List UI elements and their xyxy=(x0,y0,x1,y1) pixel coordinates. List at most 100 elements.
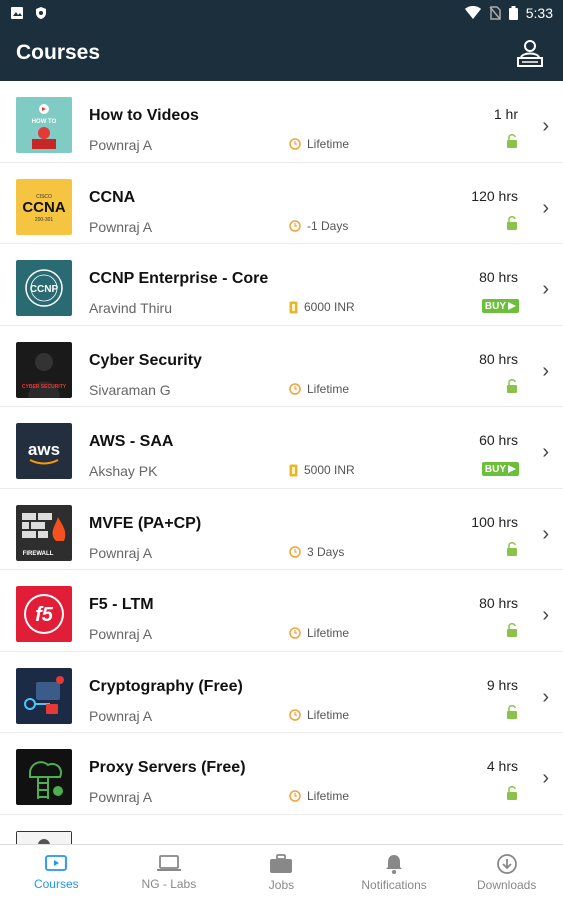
course-row[interactable]: CISCO CCNA 200-301 CCNA Pownraj A -1 Day… xyxy=(0,163,563,244)
thumb-label: FIREWALL xyxy=(23,551,54,557)
thumb-label: aws xyxy=(28,440,60,459)
tab-label: Courses xyxy=(33,876,79,891)
tab-jobs[interactable]: Jobs xyxy=(225,845,338,900)
validity-text: Lifetime xyxy=(307,137,350,151)
bottom-navigation: Courses NG - Labs Jobs Notifications Dow… xyxy=(0,844,563,900)
profile-button[interactable] xyxy=(513,36,547,70)
course-row[interactable]: aws AWS - SAA Akshay PK 5000 INR 60 hrs … xyxy=(0,407,563,489)
status-bar: 5:33 xyxy=(0,0,563,25)
thumb-label: CCNA xyxy=(22,199,65,216)
tab-notifications[interactable]: Notifications xyxy=(338,845,451,900)
chevron-right-icon: › xyxy=(542,604,549,626)
tab-label: Downloads xyxy=(476,877,537,892)
course-title: Cyber Security xyxy=(89,351,202,369)
course-thumbnail xyxy=(16,667,72,724)
validity-text: Lifetime xyxy=(307,707,350,722)
course-title: F5 - LTM xyxy=(89,596,154,613)
unlock-icon xyxy=(506,378,518,398)
thumb-label: HOW TO xyxy=(32,119,57,125)
buy-button[interactable]: BUY xyxy=(481,462,519,476)
course-row[interactable]: FIREWALL MVFE (PA+CP) Pownraj A 3 Days 1… xyxy=(0,489,563,570)
course-duration: 120 hrs xyxy=(471,187,518,204)
course-thumbnail: CISCO CCNA 200-301 xyxy=(16,178,72,235)
course-author: Pownraj A xyxy=(89,789,153,805)
course-row[interactable]: HOW TO How to Videos Pownraj A Lifetime … xyxy=(0,81,563,163)
battery-icon xyxy=(508,5,518,20)
course-validity: Lifetime xyxy=(289,382,349,396)
clock-coin-icon xyxy=(289,219,301,232)
course-thumbnail: HOW TO xyxy=(16,97,72,153)
unlock-icon xyxy=(506,215,518,235)
course-row[interactable]: Cryptography (Free) Pownraj A Lifetime 9… xyxy=(0,652,563,733)
play-tab-icon xyxy=(45,854,68,871)
buy-label: BUY xyxy=(484,463,506,475)
course-duration: 9 hrs xyxy=(486,676,518,693)
unlock-icon xyxy=(506,541,518,561)
course-validity: 3 Days xyxy=(289,545,344,559)
gallery-icon xyxy=(11,6,23,19)
briefcase-icon xyxy=(270,853,293,873)
bell-icon xyxy=(386,854,403,874)
course-thumbnail xyxy=(16,830,72,844)
course-duration: 80 hrs xyxy=(479,350,518,367)
unlock-icon xyxy=(506,704,518,724)
course-author: Aravind Thiru xyxy=(89,300,173,316)
validity-text: Lifetime xyxy=(307,626,350,640)
chevron-right-icon: › xyxy=(542,278,549,300)
clock-coin-icon xyxy=(289,790,301,802)
tab-label: Notifications xyxy=(361,877,427,892)
chevron-right-icon: › xyxy=(542,359,549,382)
unlock-icon xyxy=(506,133,518,153)
course-list: HOW TO How to Videos Pownraj A Lifetime … xyxy=(0,81,563,844)
tab-label: NG - Labs xyxy=(141,876,197,891)
course-price: 5000 INR xyxy=(289,463,355,477)
course-author: Pownraj A xyxy=(89,626,153,642)
buy-button[interactable]: BUY xyxy=(481,299,519,313)
wifi-icon xyxy=(464,5,481,19)
tab-label: Jobs xyxy=(268,877,295,892)
unlock-icon xyxy=(506,622,518,642)
course-validity: -1 Days xyxy=(289,219,348,233)
clock-coin-icon xyxy=(289,627,301,639)
page-title: Courses xyxy=(16,41,101,64)
course-duration: 1 hr xyxy=(493,106,518,122)
course-row[interactable]: CYBER SECURITY Cyber Security Sivaraman … xyxy=(0,326,563,407)
course-author: Pownraj A xyxy=(89,218,153,235)
course-author: Akshay PK xyxy=(89,463,158,479)
laptop-icon xyxy=(156,854,181,871)
course-validity: Lifetime xyxy=(289,789,349,803)
no-sim-icon xyxy=(489,5,501,20)
tab-ng-labs[interactable]: NG - Labs xyxy=(113,845,226,900)
buy-label: BUY xyxy=(484,300,506,312)
shield-icon xyxy=(36,6,46,19)
thumb-label: f5 xyxy=(35,604,54,626)
price-text: 6000 INR xyxy=(304,300,355,314)
chevron-right-icon: › xyxy=(542,767,549,789)
course-validity: Lifetime xyxy=(289,626,349,640)
coin-icon xyxy=(289,301,298,313)
course-author: Pownraj A xyxy=(89,544,153,561)
course-row[interactable]: Proxy Servers (Free) Pownraj A Lifetime … xyxy=(0,733,563,815)
clock-coin-icon xyxy=(289,545,301,558)
course-row[interactable]: f5 F5 - LTM Pownraj A Lifetime 80 hrs › xyxy=(0,570,563,652)
chevron-right-icon: › xyxy=(542,685,549,708)
chevron-right-icon: › xyxy=(542,196,549,219)
course-thumbnail: CCNP xyxy=(16,260,72,316)
course-thumbnail: f5 xyxy=(16,586,72,642)
course-duration: 80 hrs xyxy=(479,595,518,611)
tab-downloads[interactable]: Downloads xyxy=(450,845,563,900)
course-author: Sivaraman G xyxy=(89,381,171,398)
chevron-right-icon: › xyxy=(542,441,549,463)
chevron-right-icon: › xyxy=(542,115,549,137)
course-author: Pownraj A xyxy=(89,137,153,153)
course-title: How to Videos xyxy=(89,107,199,124)
app-bar: Courses xyxy=(0,25,563,81)
course-duration: 60 hrs xyxy=(479,432,518,448)
course-row[interactable]: CCNP CCNP Enterprise - Core Aravind Thir… xyxy=(0,244,563,326)
validity-text: 3 Days xyxy=(307,544,345,559)
coin-icon xyxy=(289,464,298,476)
download-icon xyxy=(496,853,517,874)
clock-coin-icon xyxy=(289,382,301,395)
tab-courses[interactable]: Courses xyxy=(0,845,113,900)
course-row[interactable] xyxy=(0,815,563,844)
